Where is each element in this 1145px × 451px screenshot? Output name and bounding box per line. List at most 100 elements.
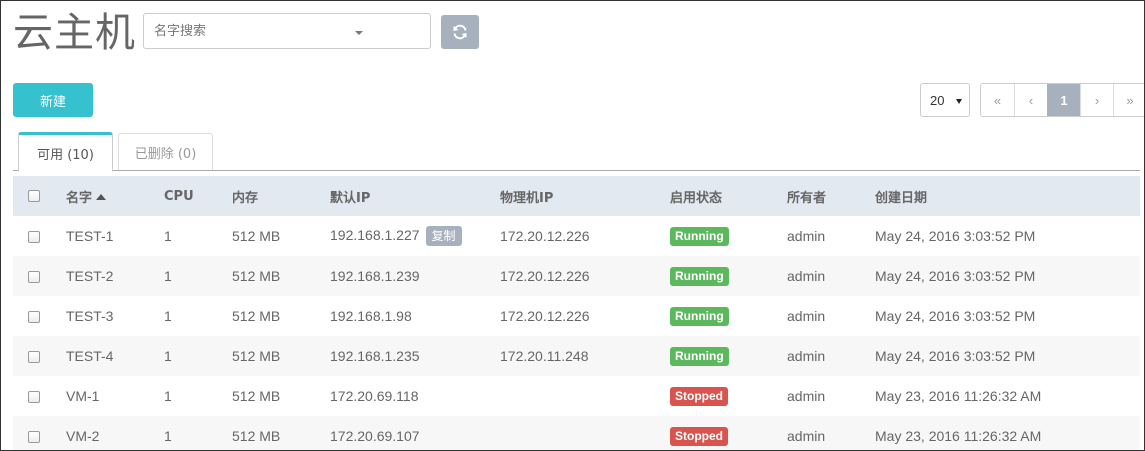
search-dropdown-caret-icon[interactable] xyxy=(355,31,363,35)
tab-available[interactable]: 可用 (10) xyxy=(18,132,113,172)
cell-host-ip: 172.20.12.226 xyxy=(500,228,590,244)
default-ip-value: 192.168.1.227 xyxy=(330,227,420,243)
row-select-cell xyxy=(13,336,66,376)
table-row[interactable]: TEST-2 1 512 MB 192.168.1.239 172.20.12.… xyxy=(13,256,1140,296)
cell-memory: 512 MB xyxy=(232,228,281,244)
cell-name[interactable]: VM-2 xyxy=(66,416,164,450)
cell-owner: admin xyxy=(787,308,826,324)
column-header-memory[interactable]: 内存 xyxy=(232,176,330,216)
caret-down-icon xyxy=(956,99,962,104)
column-header-status[interactable]: 启用状态 xyxy=(670,176,787,216)
column-header-name[interactable]: 名字 xyxy=(66,176,164,216)
pagination-last-button[interactable]: » xyxy=(1113,84,1144,116)
cell-cpu: 1 xyxy=(164,268,172,284)
cell-default-ip: 192.168.1.235 xyxy=(330,348,420,364)
cell-host-ip: 172.20.12.226 xyxy=(500,268,590,284)
cell-created: May 24, 2016 3:03:52 PM xyxy=(875,348,1036,364)
cell-owner: admin xyxy=(787,268,826,284)
table-row[interactable]: TEST-1 1 512 MB 192.168.1.227 复制 172.20.1… xyxy=(13,216,1140,256)
table-row[interactable]: TEST-4 1 512 MB 192.168.1.235 172.20.11.… xyxy=(13,336,1140,376)
status-badge: Running xyxy=(670,266,729,286)
column-header-owner[interactable]: 所有者 xyxy=(787,176,875,216)
row-checkbox[interactable] xyxy=(28,231,40,244)
cell-created: May 23, 2016 11:26:32 AM xyxy=(875,428,1042,444)
cell-cpu: 1 xyxy=(164,228,172,244)
tab-deleted[interactable]: 已删除 (0) xyxy=(118,133,213,170)
cell-name[interactable]: TEST-3 xyxy=(66,296,164,336)
cell-default-ip: 192.168.1.227 复制 xyxy=(330,216,500,256)
cell-default-ip: 192.168.1.98 xyxy=(330,308,412,324)
table-row[interactable]: VM-1 1 512 MB 172.20.69.118 Stopped admi… xyxy=(13,376,1140,416)
refresh-button[interactable] xyxy=(441,15,479,49)
status-badge: Running xyxy=(670,346,729,366)
cell-owner: admin xyxy=(787,428,826,444)
row-select-cell xyxy=(13,376,66,416)
row-select-cell xyxy=(13,296,66,336)
cell-host-ip xyxy=(500,416,670,450)
pagination-prev-button[interactable]: ‹ xyxy=(1014,84,1047,116)
column-header-created[interactable]: 创建日期 xyxy=(875,176,1140,216)
cell-status: Running xyxy=(670,336,787,376)
cell-default-ip: 172.20.69.118 xyxy=(330,388,419,404)
column-header-label: 名字 xyxy=(66,190,93,206)
pagination-first-button[interactable]: « xyxy=(981,84,1014,116)
cell-memory: 512 MB xyxy=(232,428,281,444)
cell-status: Running xyxy=(670,296,787,336)
status-badge: Stopped xyxy=(670,386,728,406)
table-row[interactable]: TEST-3 1 512 MB 192.168.1.98 172.20.12.2… xyxy=(13,296,1140,336)
cell-memory: 512 MB xyxy=(232,268,281,284)
cell-cpu: 1 xyxy=(164,388,172,404)
cell-name[interactable]: TEST-4 xyxy=(66,336,164,376)
row-checkbox[interactable] xyxy=(28,271,40,284)
app-frame: 云主机 新建 20 « ‹ 1 › » 可用 (10) 已删除 (0) 名字 xyxy=(0,0,1145,451)
column-header-cpu[interactable]: CPU xyxy=(164,176,232,216)
cell-status: Running xyxy=(670,216,787,256)
pagination-next-button[interactable]: › xyxy=(1080,84,1113,116)
page-title: 云主机 xyxy=(13,10,136,56)
tab-bar: 可用 (10) 已删除 (0) xyxy=(13,132,1140,172)
page-size-select[interactable]: 20 xyxy=(920,83,970,117)
cell-host-ip: 172.20.12.226 xyxy=(500,308,590,324)
cell-owner: admin xyxy=(787,388,826,404)
cell-host-ip: 172.20.11.248 xyxy=(500,348,589,364)
sort-ascending-icon xyxy=(96,193,107,200)
cell-cpu: 1 xyxy=(164,428,172,444)
cell-status: Stopped xyxy=(670,416,787,450)
table-header-row: 名字 CPU 内存 默认IP 物理机IP 启用状态 所有者 创建日期 xyxy=(13,176,1140,216)
row-select-cell xyxy=(13,416,66,450)
search-input[interactable] xyxy=(144,14,430,48)
search-box[interactable] xyxy=(143,13,431,49)
cell-cpu: 1 xyxy=(164,348,172,364)
page-size-value: 20 xyxy=(930,92,945,108)
row-checkbox[interactable] xyxy=(28,351,40,364)
select-all-checkbox[interactable] xyxy=(28,190,40,202)
status-badge: Stopped xyxy=(670,426,728,446)
refresh-icon xyxy=(453,24,467,40)
cell-status: Stopped xyxy=(670,376,787,416)
cell-default-ip: 192.168.1.239 xyxy=(330,268,420,284)
row-checkbox[interactable] xyxy=(28,391,40,404)
status-badge: Running xyxy=(670,226,729,246)
cell-created: May 24, 2016 3:03:52 PM xyxy=(875,228,1036,244)
cell-created: May 24, 2016 3:03:52 PM xyxy=(875,268,1036,284)
cell-name[interactable]: TEST-2 xyxy=(66,256,164,296)
cell-memory: 512 MB xyxy=(232,348,281,364)
cell-owner: admin xyxy=(787,348,826,364)
cell-name[interactable]: TEST-1 xyxy=(66,216,164,256)
vm-table: 名字 CPU 内存 默认IP 物理机IP 启用状态 所有者 创建日期 TEST-… xyxy=(13,176,1140,450)
table-row[interactable]: VM-2 1 512 MB 172.20.69.107 Stopped admi… xyxy=(13,416,1140,450)
cell-created: May 23, 2016 11:26:32 AM xyxy=(875,388,1042,404)
cell-default-ip: 172.20.69.107 xyxy=(330,428,420,444)
row-checkbox[interactable] xyxy=(28,311,40,324)
row-select-cell xyxy=(13,216,66,256)
column-header-default-ip[interactable]: 默认IP xyxy=(330,176,500,216)
pagination-current-page[interactable]: 1 xyxy=(1047,84,1080,116)
cell-owner: admin xyxy=(787,228,826,244)
status-badge: Running xyxy=(670,306,729,326)
row-checkbox[interactable] xyxy=(28,431,40,444)
cell-created: May 24, 2016 3:03:52 PM xyxy=(875,308,1036,324)
new-vm-button[interactable]: 新建 xyxy=(13,83,93,117)
copy-ip-button[interactable]: 复制 xyxy=(425,226,462,246)
column-header-host-ip[interactable]: 物理机IP xyxy=(500,176,670,216)
cell-name[interactable]: VM-1 xyxy=(66,376,164,416)
